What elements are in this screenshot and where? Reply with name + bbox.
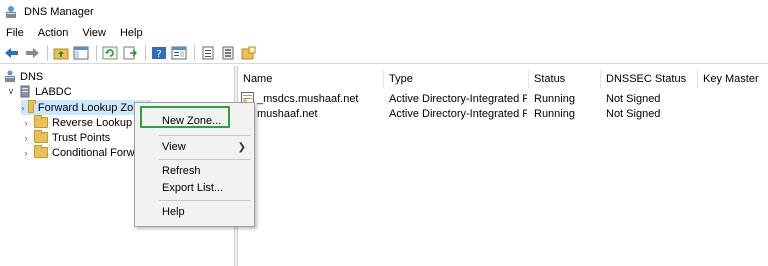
svg-text:?: ? [156,49,161,60]
show-hide-tree-icon[interactable] [72,44,90,62]
tree-label: DNS [20,70,44,83]
zone-name: _msdcs.mushaaf.net [257,92,359,105]
refresh-icon[interactable] [101,44,119,62]
cell-status: Running [534,107,575,120]
zone-name: mushaaf.net [257,107,318,120]
menu-separator [159,200,251,201]
properties-icon[interactable] [170,44,188,62]
dns-icon [4,70,16,83]
menu-item-help[interactable]: Help [136,202,253,222]
submenu-arrow-icon: ❯ [237,141,246,153]
cell-dnssec-status: Not Signed [606,107,661,120]
new-icon[interactable] [239,44,257,62]
menu-bar: File Action View Help [0,24,768,42]
title-bar: DNS Manager [0,0,768,24]
cell-name: mushaaf.net [241,106,384,121]
results-list: Name Type Status DNSSEC Status Key Maste… [238,66,768,266]
menu-view[interactable]: View [82,27,106,39]
tree-label: Trust Points [52,131,111,144]
column-header-type[interactable]: Type [384,70,529,88]
server-icon [19,85,31,98]
cell-dnssec-status: Not Signed [606,92,661,105]
cell-type: Active Directory-Integrated Pr... [389,107,527,120]
folder-icon [34,145,48,158]
help-icon[interactable]: ? [150,44,168,62]
toolbar-separator [96,44,97,61]
chevron-right-icon[interactable]: › [21,133,31,143]
menu-help[interactable]: Help [120,27,143,39]
forward-icon[interactable] [23,44,41,62]
details-icon[interactable] [219,44,237,62]
table-row[interactable]: _msdcs.mushaaf.net Active Directory-Inte… [238,91,768,106]
cell-status: Running [534,92,575,105]
chevron-right-icon[interactable]: › [21,148,31,158]
column-header-status[interactable]: Status [529,70,601,88]
cell-key-master [703,106,768,121]
toolbar-separator [194,44,195,61]
column-header-dnssec-status[interactable]: DNSSEC Status [601,70,698,88]
toolbar: ? [0,42,768,64]
dns-manager-icon [4,5,18,19]
tree-item-trust-points[interactable]: › Trust Points [21,130,110,145]
column-header-name[interactable]: Name [238,70,384,88]
menu-file[interactable]: File [6,27,24,39]
menu-item-label: View [162,141,186,153]
window-title: DNS Manager [24,6,94,18]
cell-type: Active Directory-Integrated Pr... [389,92,527,105]
chevron-right-icon[interactable]: › [21,118,31,128]
menu-action[interactable]: Action [38,27,69,39]
toolbar-separator [145,44,146,61]
cell-name: _msdcs.mushaaf.net [241,91,384,106]
tree-item-labdc[interactable]: ∨ LABDC [6,84,72,99]
export-list-icon[interactable] [121,44,139,62]
tree-item-reverse-lookup-zones[interactable]: › Reverse Lookup Zo [21,115,148,130]
column-header-key-master[interactable]: Key Master [698,70,768,88]
chevron-right-icon[interactable]: › [21,103,25,113]
tree-label: LABDC [35,85,72,98]
folder-icon [27,100,36,113]
folder-icon [34,130,48,143]
menu-item-view[interactable]: View ❯ [136,137,253,157]
tree-label: Conditional Forwar [52,146,145,159]
tree-item-forward-lookup-zones[interactable]: › Forward Lookup Zones [21,100,151,115]
chevron-down-icon[interactable]: ∨ [6,86,16,97]
folder-icon [34,115,48,128]
back-icon[interactable] [3,44,21,62]
tree-item-dns[interactable]: DNS [4,69,43,84]
up-folder-icon[interactable] [52,44,70,62]
menu-item-export-list[interactable]: Export List... [136,178,253,198]
table-row[interactable]: mushaaf.net Active Directory-Integrated … [238,106,768,121]
menu-separator [159,135,251,136]
highlight-box [140,106,230,128]
tree-item-conditional-forwarders[interactable]: › Conditional Forwar [21,145,144,160]
list-icon[interactable] [199,44,217,62]
cell-key-master [703,91,768,106]
toolbar-separator [47,44,48,61]
menu-separator [159,159,251,160]
